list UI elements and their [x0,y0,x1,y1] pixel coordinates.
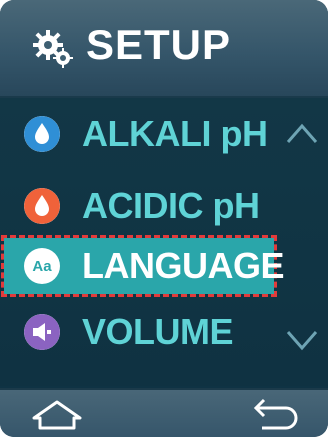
chevron-up-icon[interactable] [284,118,320,146]
chevron-down-icon[interactable] [284,326,320,354]
water-drop-icon [24,188,60,224]
bottom-nav-bar [0,388,328,437]
setup-menu: ALKALI pH ACIDIC pH Aa LANGUAGE VOLUME [0,98,328,386]
home-icon[interactable] [30,398,84,432]
device-display: SETUP ALKALI pH ACIDIC pH Aa LANGUAGE VO… [0,0,328,437]
screen: SETUP ALKALI pH ACIDIC pH Aa LANGUAGE VO… [0,0,328,437]
menu-item-label: ALKALI pH [82,113,268,154]
menu-item-label: VOLUME [82,311,234,352]
menu-item-alkali-ph[interactable]: ALKALI pH [0,106,290,162]
menu-item-label: LANGUAGE [82,245,285,286]
gear-icon [33,30,73,68]
menu-item-volume[interactable]: VOLUME [0,304,290,360]
speaker-icon [24,314,60,350]
back-icon[interactable] [244,398,300,432]
header-bar: SETUP [0,0,328,98]
language-icon: Aa [24,248,60,284]
page-title: SETUP [86,21,232,68]
menu-item-label: ACIDIC pH [82,185,260,226]
water-drop-icon [24,116,60,152]
menu-item-acidic-ph[interactable]: ACIDIC pH [0,178,290,234]
menu-item-language[interactable]: Aa LANGUAGE [1,235,285,297]
